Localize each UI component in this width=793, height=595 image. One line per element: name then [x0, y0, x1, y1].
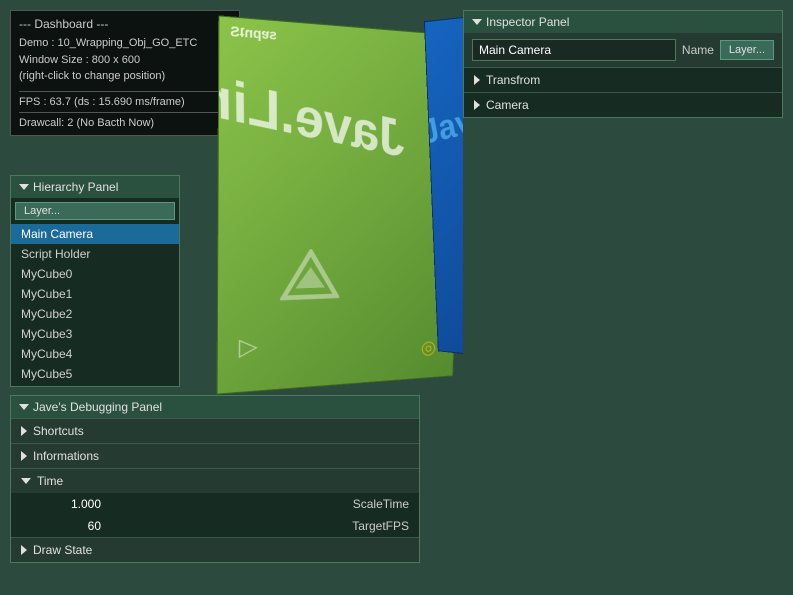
debug-shortcuts-header[interactable]: Shortcuts: [11, 419, 419, 443]
time-label: Time: [37, 474, 63, 488]
hierarchy-list-item[interactable]: Main Camera: [11, 224, 179, 244]
debug-scaletime-row: 1.000 ScaleTime: [11, 493, 419, 515]
drawstate-label: Draw State: [33, 543, 92, 557]
inspector-name-row: Name Layer...: [464, 33, 782, 67]
cube-green-icon2: ◎: [421, 336, 437, 360]
debug-panel-header: Jave's Debugging Panel: [11, 396, 419, 418]
inspector-panel-header: Inspector Panel: [464, 11, 782, 33]
inspector-name-label: Name: [682, 43, 714, 57]
drawstate-collapse-icon: [21, 545, 27, 555]
inspector-name-input[interactable]: [472, 39, 676, 61]
debug-time-header[interactable]: Time: [11, 469, 419, 493]
cube-green-text: Jave.Lin: [217, 62, 412, 169]
hierarchy-collapse-icon: [19, 184, 29, 190]
debug-section-drawstate: Draw State: [11, 537, 419, 562]
debug-section-informations: Informations: [11, 443, 419, 468]
debug-targetfps-key: TargetFPS: [352, 519, 409, 533]
informations-label: Informations: [33, 449, 99, 463]
cube-green-top-text: sɐpnʇS: [230, 23, 277, 43]
hierarchy-list-item[interactable]: Script Holder: [11, 244, 179, 264]
inspector-component-transfrom[interactable]: Transfrom: [464, 67, 782, 92]
inspector-component-camera[interactable]: Camera: [464, 92, 782, 117]
cube-blue-text: Jave.Lin: [424, 81, 463, 153]
hierarchy-title: Hierarchy Panel: [33, 180, 118, 194]
informations-collapse-icon: [21, 451, 27, 461]
camera-label: Camera: [486, 98, 529, 112]
hierarchy-panel-header: Hierarchy Panel: [11, 176, 179, 198]
time-collapse-icon: [21, 478, 31, 484]
debug-section-time: Time 1.000 ScaleTime 60 TargetFPS: [11, 468, 419, 537]
shortcuts-label: Shortcuts: [33, 424, 84, 438]
debug-targetfps-value: 60: [21, 519, 101, 533]
cube-green-icon1: ▷: [239, 332, 258, 362]
inspector-layer-button[interactable]: Layer...: [720, 40, 774, 60]
transfrom-label: Transfrom: [486, 73, 540, 87]
hierarchy-list-item[interactable]: MyCube3: [11, 324, 179, 344]
unity-logo-green: [280, 249, 340, 310]
inspector-panel: Inspector Panel Name Layer... Transfrom …: [463, 10, 783, 118]
hierarchy-panel: Hierarchy Panel Layer... Main CameraScri…: [10, 175, 180, 387]
inspector-collapse-icon: [472, 19, 482, 25]
debug-targetfps-row: 60 TargetFPS: [11, 515, 419, 537]
shortcuts-collapse-icon: [21, 426, 27, 436]
inspector-title: Inspector Panel: [486, 15, 569, 29]
debug-title: Jave's Debugging Panel: [33, 400, 162, 414]
hierarchy-list-item[interactable]: MyCube1: [11, 284, 179, 304]
hierarchy-list: Main CameraScript HolderMyCube0MyCube1My…: [11, 222, 179, 386]
hierarchy-list-item[interactable]: MyCube0: [11, 264, 179, 284]
camera-collapse-icon: [474, 100, 480, 110]
hierarchy-list-item[interactable]: MyCube5: [11, 364, 179, 384]
debug-collapse-icon: [19, 404, 29, 410]
hierarchy-list-item[interactable]: MyCube2: [11, 304, 179, 324]
debug-section-shortcuts: Shortcuts: [11, 418, 419, 443]
debug-drawstate-header[interactable]: Draw State: [11, 538, 419, 562]
debug-panel: Jave's Debugging Panel Shortcuts Informa…: [10, 395, 420, 563]
debug-scaletime-value: 1.000: [21, 497, 101, 511]
debug-scaletime-key: ScaleTime: [353, 497, 409, 511]
transfrom-collapse-icon: [474, 75, 480, 85]
hierarchy-list-item[interactable]: MyCube4: [11, 344, 179, 364]
debug-informations-header[interactable]: Informations: [11, 444, 419, 468]
hierarchy-layer-button[interactable]: Layer...: [15, 202, 175, 220]
